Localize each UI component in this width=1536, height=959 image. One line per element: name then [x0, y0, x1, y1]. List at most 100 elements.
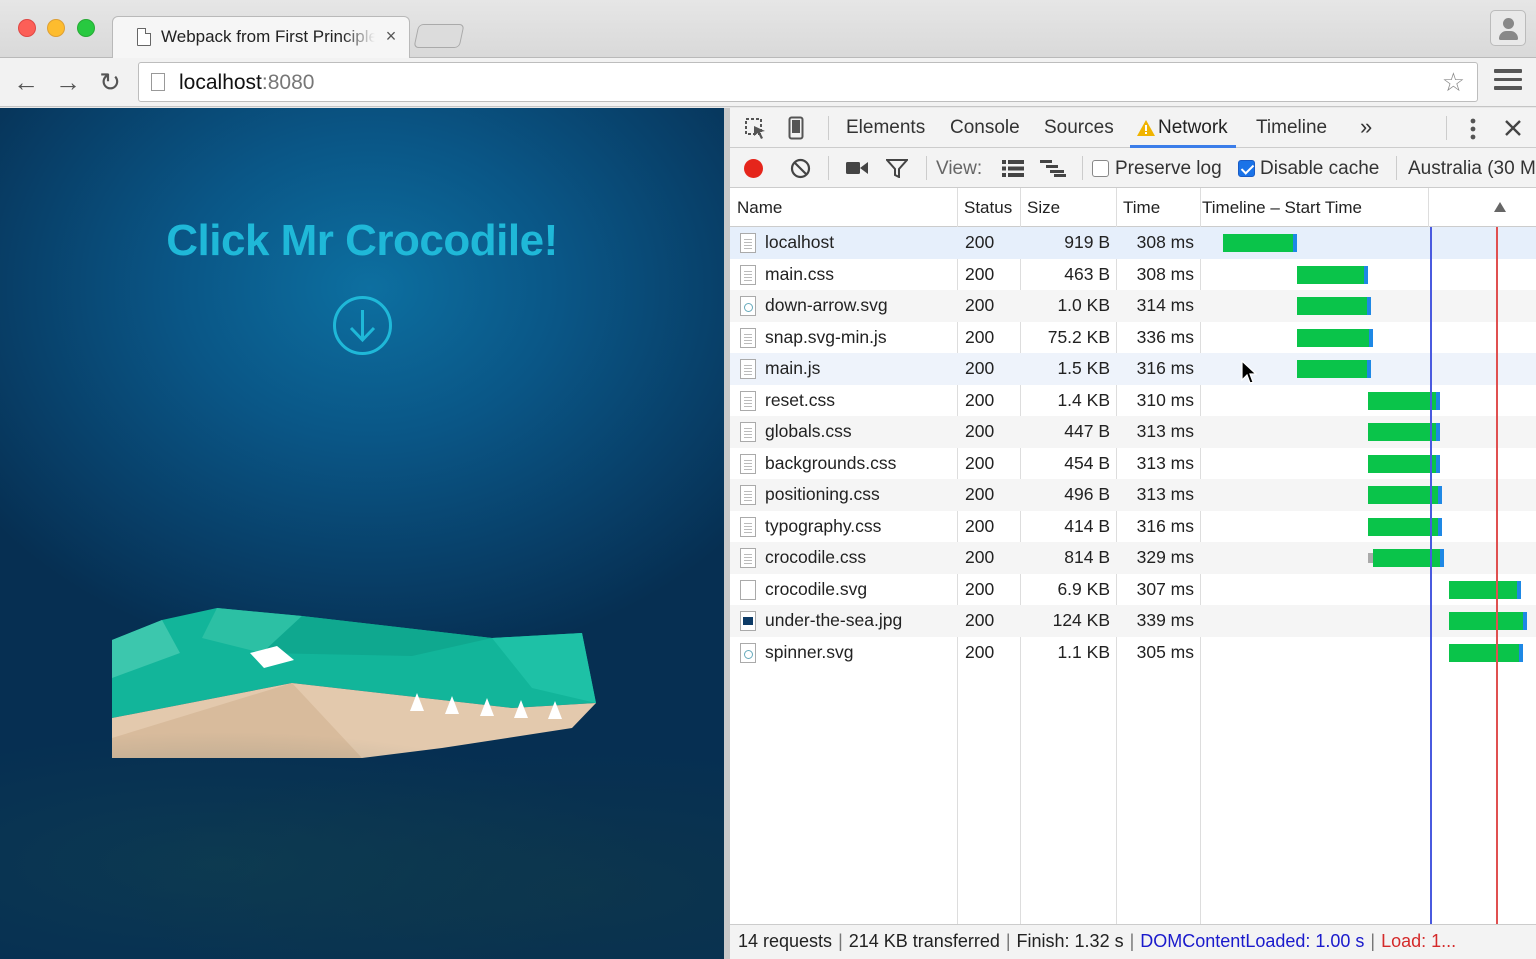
request-time: 313 ms [1136, 452, 1194, 473]
timeline-receive-segment [1364, 265, 1369, 284]
table-row[interactable]: main.css 200 463 B 308 ms [730, 259, 1536, 291]
close-window-button[interactable] [18, 19, 36, 37]
timeline-wait-segment [1368, 553, 1373, 563]
browser-tab-active[interactable]: Webpack from First Principles × [112, 16, 410, 59]
sort-ascending-icon[interactable] [1494, 202, 1506, 212]
table-row[interactable]: crocodile.css 200 814 B 329 ms [730, 542, 1536, 574]
timeline-bar[interactable] [1368, 549, 1445, 567]
request-name: snap.svg-min.js [765, 326, 887, 347]
preserve-log-checkbox[interactable] [1092, 160, 1109, 177]
back-arrow-icon[interactable]: ← [10, 66, 42, 98]
request-status: 200 [965, 610, 995, 630]
request-size: 124 KB [1052, 610, 1110, 630]
table-row[interactable]: snap.svg-min.js 200 75.2 KB 336 ms [730, 322, 1536, 354]
inspect-element-icon[interactable] [744, 117, 768, 141]
file-icon [740, 611, 756, 631]
zoom-window-button[interactable] [77, 19, 95, 37]
record-icon[interactable] [744, 159, 763, 178]
column-status[interactable]: Status [964, 198, 1012, 218]
forward-arrow-icon[interactable]: → [52, 66, 84, 98]
request-time: 313 ms [1136, 421, 1194, 441]
request-name: main.css [765, 263, 835, 284]
column-timeline[interactable]: Timeline – Start Time [1202, 198, 1362, 218]
profile-icon[interactable] [1490, 10, 1526, 46]
tab-elements[interactable]: Elements [846, 117, 925, 139]
clear-icon[interactable] [790, 158, 811, 179]
overview-icon[interactable] [1040, 160, 1066, 177]
view-label: View: [936, 158, 983, 179]
request-time: 329 ms [1136, 547, 1194, 567]
table-row[interactable]: down-arrow.svg 200 1.0 KB 314 ms [730, 290, 1536, 322]
down-arrow-icon[interactable] [332, 295, 393, 356]
tab-close-icon[interactable]: × [383, 26, 399, 47]
timeline-bar[interactable] [1296, 265, 1369, 284]
disable-cache-checkbox[interactable] [1238, 160, 1255, 177]
table-row[interactable]: positioning.css 200 496 B 313 ms [730, 479, 1536, 511]
column-name[interactable]: Name [737, 198, 782, 218]
timeline-bar[interactable] [1296, 328, 1373, 347]
table-row[interactable]: globals.css 200 447 B 313 ms [730, 416, 1536, 448]
timeline-receive-segment [1366, 360, 1371, 378]
kebab-menu-icon[interactable] [1470, 118, 1476, 140]
request-status: 200 [965, 421, 995, 441]
page-heading: Click Mr Crocodile! [166, 216, 558, 265]
large-rows-icon[interactable] [1002, 160, 1024, 177]
request-size: 1.4 KB [1057, 389, 1110, 410]
address-bar[interactable]: localhost:8080 ☆ [138, 62, 1478, 102]
bookmark-star-icon[interactable]: ☆ [1442, 67, 1465, 98]
tab-console[interactable]: Console [950, 117, 1020, 139]
table-row[interactable]: typography.css 200 414 B 316 ms [730, 511, 1536, 543]
browser-title-bar: Webpack from First Principles × [0, 0, 1536, 59]
timeline-receive-segment [1440, 549, 1445, 567]
video-camera-icon[interactable] [846, 161, 868, 175]
tab-network[interactable]: Network [1158, 117, 1228, 139]
new-tab-button[interactable] [413, 24, 465, 48]
table-row[interactable]: crocodile.svg 200 6.9 KB 307 ms [730, 574, 1536, 606]
table-row[interactable]: backgrounds.css 200 454 B 313 ms [730, 448, 1536, 480]
tab-sources[interactable]: Sources [1044, 117, 1114, 139]
file-icon [740, 296, 756, 316]
device-mode-icon[interactable] [788, 116, 804, 140]
timeline-bar[interactable] [1448, 643, 1523, 662]
hamburger-menu-icon[interactable] [1494, 69, 1522, 93]
filter-icon[interactable] [886, 159, 908, 178]
table-row[interactable]: under-the-sea.jpg 200 124 KB 339 ms [730, 605, 1536, 637]
tab-timeline[interactable]: Timeline [1256, 117, 1327, 139]
request-time: 316 ms [1136, 515, 1194, 536]
toolbar-divider [828, 156, 829, 180]
request-status: 200 [965, 295, 995, 315]
table-row[interactable]: main.js 200 1.5 KB 316 ms [730, 353, 1536, 385]
file-icon [740, 359, 756, 379]
page-icon [151, 73, 165, 91]
column-time[interactable]: Time [1123, 198, 1160, 218]
preserve-log-label[interactable]: Preserve log [1115, 158, 1222, 180]
timeline-receive-segment [1435, 391, 1440, 410]
file-icon [740, 233, 756, 253]
timeline-receive-segment [1368, 328, 1373, 347]
more-tabs-icon[interactable]: » [1360, 114, 1372, 140]
reload-icon[interactable]: ↻ [94, 66, 126, 98]
timeline-receive-segment [1518, 643, 1523, 662]
close-devtools-icon[interactable] [1504, 119, 1522, 137]
dom-content-loaded-time: DOMContentLoaded: 1.00 s [1140, 931, 1365, 951]
request-size: 1.5 KB [1057, 358, 1110, 378]
network-toolbar: View: Preserve log Disable cache Austral… [730, 148, 1536, 188]
request-size: 447 B [1064, 421, 1110, 441]
minimize-window-button[interactable] [47, 19, 65, 37]
url-text[interactable]: localhost:8080 [179, 71, 314, 95]
column-size[interactable]: Size [1027, 198, 1060, 218]
request-time: 305 ms [1136, 641, 1194, 662]
timeline-bar[interactable] [1296, 360, 1371, 378]
timeline-bar[interactable] [1448, 612, 1528, 630]
table-row[interactable]: localhost 200 919 B 308 ms [730, 227, 1536, 259]
disable-cache-label[interactable]: Disable cache [1260, 158, 1379, 180]
web-page-viewport: Click Mr Crocodile! [0, 108, 724, 959]
table-row[interactable]: spinner.svg 200 1.1 KB 305 ms [730, 637, 1536, 669]
request-time: 310 ms [1136, 389, 1194, 410]
crocodile-illustration[interactable] [112, 608, 596, 760]
timeline-bar[interactable] [1222, 234, 1297, 252]
timeline-bar[interactable] [1296, 297, 1371, 315]
table-row[interactable]: reset.css 200 1.4 KB 310 ms [730, 385, 1536, 417]
timeline-bar[interactable] [1448, 580, 1521, 599]
network-throttle-select[interactable]: Australia (30 M [1408, 158, 1536, 180]
